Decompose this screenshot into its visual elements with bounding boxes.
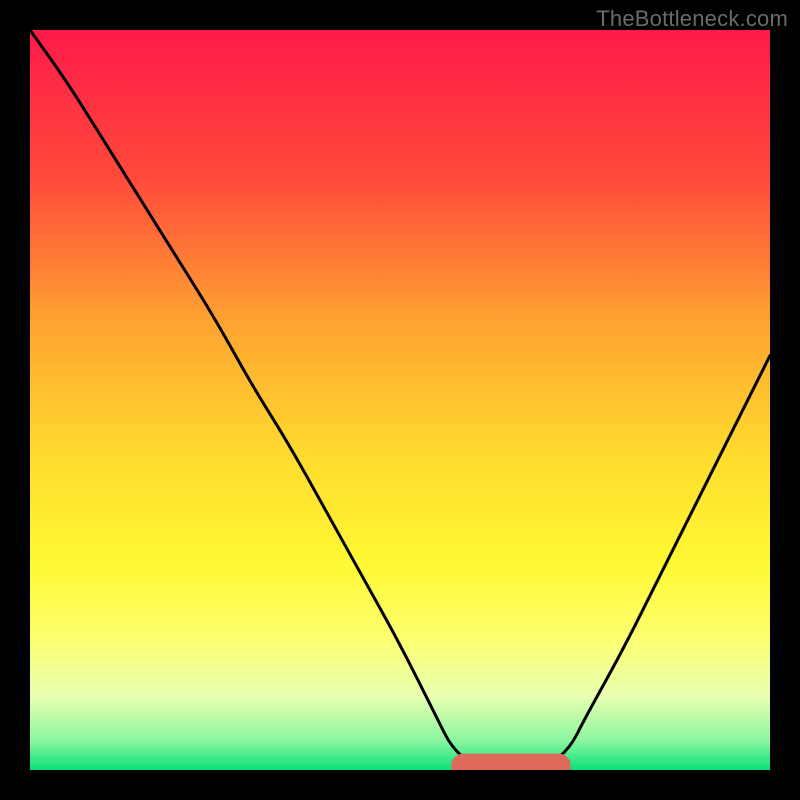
chart-canvas [30, 30, 770, 770]
bottleneck-chart [30, 30, 770, 770]
optimal-band-marker [452, 754, 570, 770]
gradient-background [30, 30, 770, 770]
watermark-text: TheBottleneck.com [596, 6, 788, 32]
